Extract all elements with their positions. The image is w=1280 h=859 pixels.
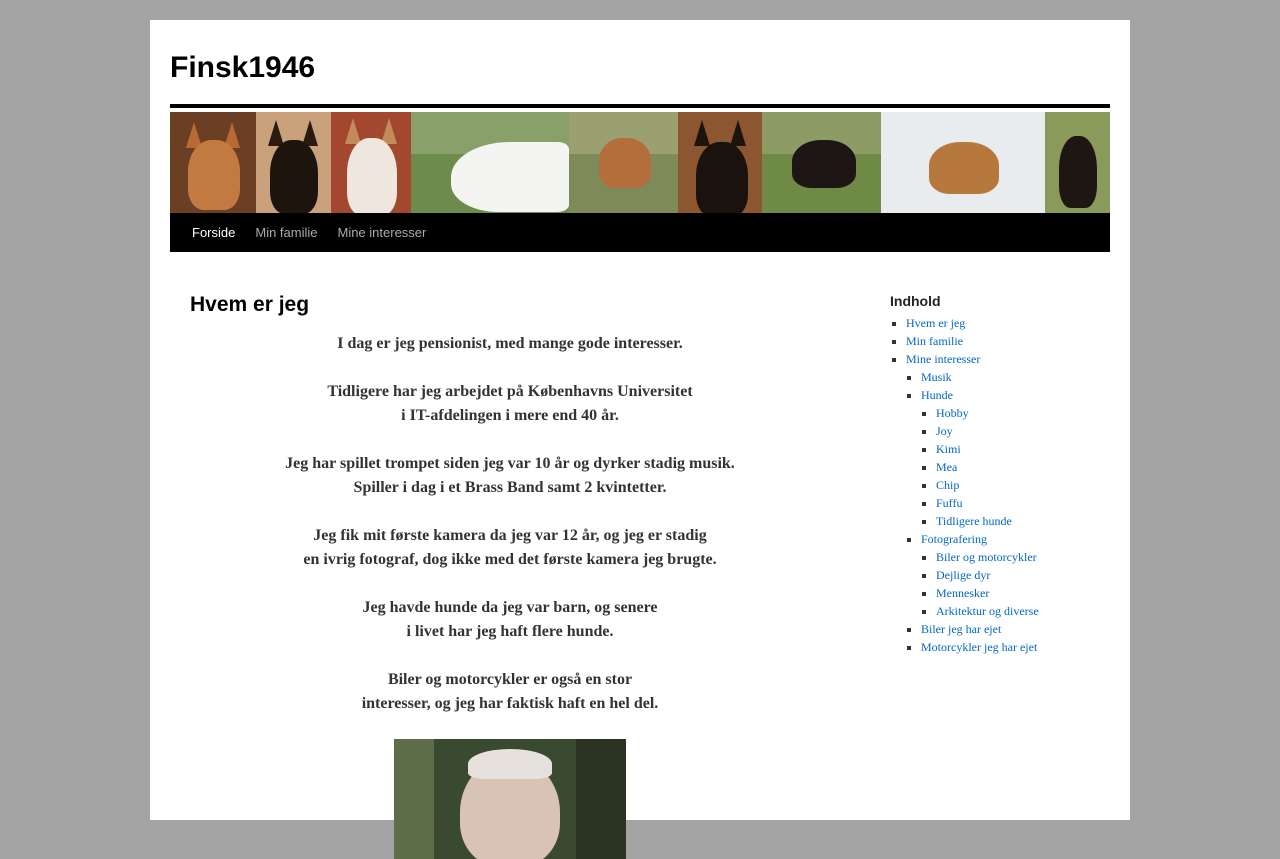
sidebar-item: Mennesker [936,584,1110,602]
sidebar-menu: Hvem er jeg Min familie Mine interesser … [890,314,1110,656]
sidebar-item: Min familie [906,332,1110,350]
site-title[interactable]: Finsk1946 [170,50,315,86]
sidebar-heading: Indhold [890,293,941,309]
sidebar-link-joy[interactable]: Joy [936,424,953,438]
sidebar-item: Hunde Hobby Joy Kimi Mea Chip Fuffu Tidl… [921,386,1110,530]
paragraph-line: Biler og motorcykler er også en stor [387,671,633,688]
paragraph-line: interesser, og jeg har faktisk haft en h… [361,695,659,712]
page-title: Hvem er jeg [190,293,310,316]
dog-photo-9 [1045,112,1110,217]
dog-photo-5 [569,112,678,217]
main-content: Hvem er jeg I dag er jeg pensionist, med… [190,290,830,859]
sidebar-item: Musik [921,368,1110,386]
paragraph-line: Jeg havde hunde da jeg var barn, og sene… [362,599,658,616]
paragraph-line: en ivrig fotograf, dog ikke med det førs… [303,551,717,568]
header-banner-image [170,104,1110,217]
sidebar-link-min-familie[interactable]: Min familie [906,334,963,348]
dog-photo-3 [331,112,411,217]
paragraph-line: Jeg fik mit første kamera da jeg var 12 … [313,527,707,544]
nav-item-forside[interactable]: Forside [182,213,245,252]
sidebar-item: Fuffu [936,494,1110,512]
sidebar-item: Hobby [936,404,1110,422]
paragraph-3: Jeg har spillet trompet siden jeg var 10… [190,452,830,500]
dog-photo-7 [762,112,881,217]
paragraph-line: i livet har jeg haft flere hunde. [406,623,614,640]
sidebar-item: Dejlige dyr [936,566,1110,584]
paragraph-1: I dag er jeg pensionist, med mange gode … [190,332,830,356]
main-navigation: Forside Min familie Mine interesser [170,213,1110,252]
paragraph-5: Jeg havde hunde da jeg var barn, og sene… [190,596,830,644]
sidebar-item: Hvem er jeg [906,314,1110,332]
sidebar-link-mennesker[interactable]: Mennesker [936,586,989,600]
paragraph-6: Biler og motorcykler er også en stor int… [190,668,830,716]
sidebar-link-chip[interactable]: Chip [936,478,959,492]
entry-content: I dag er jeg pensionist, med mange gode … [190,332,830,716]
paragraph-line: i IT-afdelingen i mere end 40 år. [401,407,619,424]
sidebar-item: Fotografering Biler og motorcykler Dejli… [921,530,1110,620]
portrait-photo [394,739,626,859]
sidebar-link-mine-interesser[interactable]: Mine interesser [906,352,980,366]
paragraph-line: Tidligere har jeg arbejdet på Københavns… [327,383,693,400]
sidebar-link-fuffu[interactable]: Fuffu [936,496,962,510]
sidebar-item: Chip [936,476,1110,494]
sidebar-item: Motorcykler jeg har ejet [921,638,1110,656]
paragraph-4: Jeg fik mit første kamera da jeg var 12 … [190,524,830,572]
sidebar: Indhold Hvem er jeg Min familie Mine int… [890,290,1110,656]
sidebar-link-mea[interactable]: Mea [936,460,957,474]
sidebar-item: Mine interesser Musik Hunde Hobby Joy Ki… [906,350,1110,656]
paragraph-line: Jeg har spillet trompet siden jeg var 10… [285,455,735,472]
sidebar-item: Tidligere hunde [936,512,1110,530]
sidebar-link-musik[interactable]: Musik [921,370,952,384]
sidebar-link-fotografering[interactable]: Fotografering [921,532,987,546]
sidebar-link-kimi[interactable]: Kimi [936,442,961,456]
sidebar-link-hunde[interactable]: Hunde [921,388,953,402]
dog-photo-8 [881,112,1045,217]
paragraph-line: I dag er jeg pensionist, med mange gode … [337,335,683,352]
dog-photo-6 [678,112,762,217]
dog-photo-4 [411,112,569,217]
paragraph-2: Tidligere har jeg arbejdet på Københavns… [190,380,830,428]
nav-item-mine-interesser[interactable]: Mine interesser [327,213,436,252]
sidebar-link-hvem-er-jeg[interactable]: Hvem er jeg [906,316,965,330]
sidebar-link-biler-jeg-har-ejet[interactable]: Biler jeg har ejet [921,622,1001,636]
dog-photo-2 [256,112,331,217]
sidebar-link-arkitektur-og-diverse[interactable]: Arkitektur og diverse [936,604,1039,618]
sidebar-link-dejlige-dyr[interactable]: Dejlige dyr [936,568,990,582]
sidebar-item: Arkitektur og diverse [936,602,1110,620]
page-wrapper: Finsk1946 Forside Min familie Mine inter… [150,20,1130,859]
sidebar-link-biler-og-motorcykler[interactable]: Biler og motorcykler [936,550,1037,564]
sidebar-item: Kimi [936,440,1110,458]
sidebar-link-hobby[interactable]: Hobby [936,406,969,420]
sidebar-link-tidligere-hunde[interactable]: Tidligere hunde [936,514,1012,528]
sidebar-link-motorcykler-jeg-har-ejet[interactable]: Motorcykler jeg har ejet [921,640,1037,654]
dog-photo-1 [170,112,256,217]
sidebar-item: Joy [936,422,1110,440]
paragraph-line: Spiller i dag i et Brass Band samt 2 kvi… [353,479,667,496]
nav-item-min-familie[interactable]: Min familie [245,213,327,252]
sidebar-item: Mea [936,458,1110,476]
sidebar-item: Biler jeg har ejet [921,620,1110,638]
sidebar-item: Biler og motorcykler [936,548,1110,566]
